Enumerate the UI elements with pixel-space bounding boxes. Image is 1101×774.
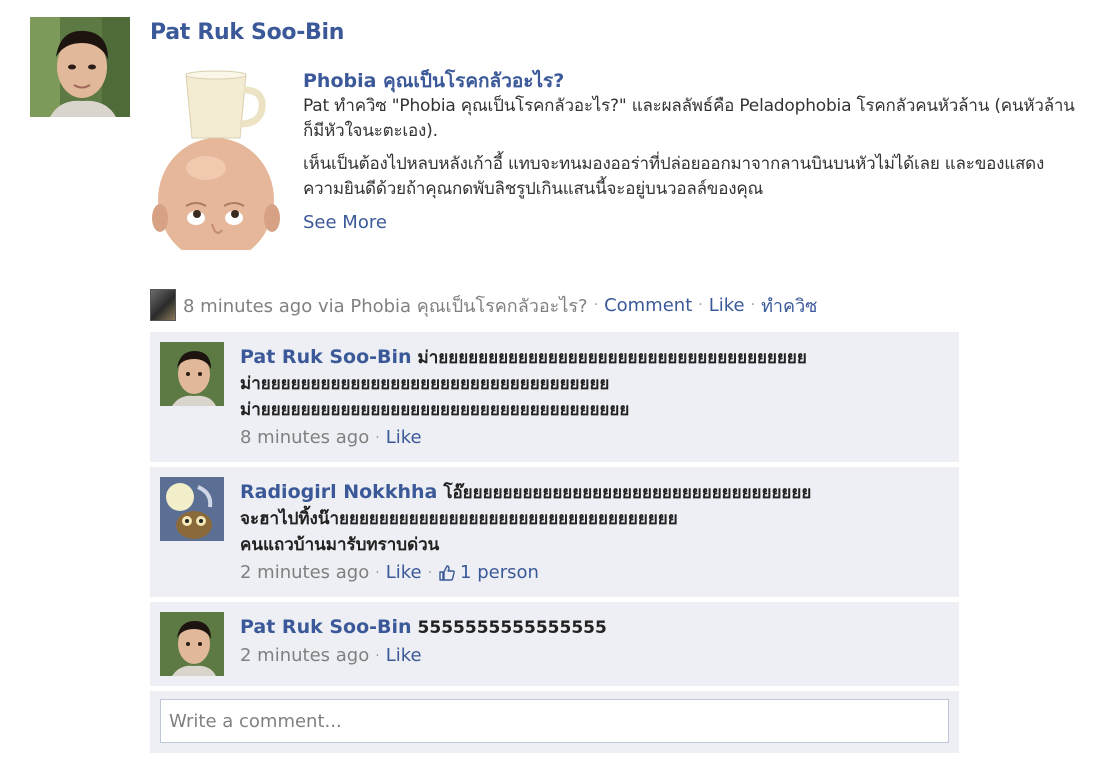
- comment-meta: 2 minutes ago · Like · 1 person: [240, 562, 959, 583]
- separator-dot: ·: [698, 297, 703, 313]
- comment-text: จะฮาไปทิ้งน๊ายยยยยยยยยยยยยยยยยยยยยยยยยยย…: [240, 509, 678, 529]
- comment-time: 2 minutes ago: [240, 645, 370, 666]
- like-link[interactable]: Like: [709, 295, 745, 316]
- comment-time: 2 minutes ago: [240, 562, 370, 583]
- attachment-thumbnail[interactable]: [150, 68, 284, 250]
- commenter-name[interactable]: Radiogirl Nokkhha: [240, 481, 437, 503]
- write-comment-input[interactable]: [160, 699, 949, 743]
- commenter-photo: [160, 477, 224, 541]
- separator-dot: ·: [750, 297, 756, 313]
- bald-head-mug-image: [150, 68, 284, 250]
- post-author-name[interactable]: Pat Ruk Soo-Bin: [150, 20, 344, 45]
- attachment-caption: Pat ทำควิซ "Phobia คุณเป็นโรคกลัวอะไร?" …: [303, 96, 1075, 141]
- thumbs-up-icon[interactable]: [438, 564, 456, 582]
- app-icon[interactable]: [150, 289, 176, 321]
- comment-meta: 8 minutes ago · Like: [240, 427, 959, 448]
- see-more-link[interactable]: See More: [303, 212, 387, 233]
- comment-text: โอ๊ยยยยยยยยยยยยยยยยยยยยยยยยยยยยยยยยยยย: [443, 483, 812, 503]
- comment-text: คนแถวบ้านมารับทราบด่วน: [240, 535, 440, 555]
- attachment-title[interactable]: Phobia คุณเป็นโรคกลัวอะไร?: [303, 68, 1078, 94]
- comment-composer: [150, 691, 959, 753]
- attachment-details: Phobia คุณเป็นโรคกลัวอะไร? Pat ทำควิซ "P…: [303, 68, 1078, 233]
- commenter-photo: [160, 612, 224, 676]
- separator-dot: ·: [375, 647, 380, 664]
- post-meta: 8 minutes ago via Phobia คุณเป็นโรคกลัวอ…: [150, 289, 817, 321]
- comment-item: Pat Ruk Soo-Bin ม่ายยยยยยยยยยยยยยยยยยยยยย…: [150, 332, 959, 462]
- separator-dot: ·: [593, 297, 599, 313]
- post-time-via: 8 minutes ago via Phobia คุณเป็นโรคกลัวอ…: [183, 295, 588, 317]
- comment-text: 5555555555555555: [417, 618, 607, 638]
- commenter-name[interactable]: Pat Ruk Soo-Bin: [240, 346, 412, 368]
- comment-like-link[interactable]: Like: [386, 427, 422, 448]
- commenter-avatar[interactable]: [160, 612, 224, 676]
- comment-link[interactable]: Comment: [604, 295, 692, 316]
- comment-text: ม่ายยยยยยยยยยยยยยยยยยยยยยยยยยยยยยยยยยยยย: [240, 400, 630, 420]
- commenter-name[interactable]: Pat Ruk Soo-Bin: [240, 616, 412, 638]
- separator-dot: ·: [375, 564, 380, 581]
- author-photo: [30, 17, 130, 117]
- comment-meta: 2 minutes ago · Like: [240, 645, 959, 666]
- comment-like-link[interactable]: Like: [386, 562, 422, 583]
- comment-text: ม่ายยยยยยยยยยยยยยยยยยยยยยยยยยยยยยยยยยยยย: [417, 348, 807, 368]
- separator-dot: ·: [427, 564, 433, 581]
- comment-item: Radiogirl Nokkhha โอ๊ยยยยยยยยยยยยยยยยยยยย…: [150, 467, 959, 597]
- attachment-description: เห็นเป็นต้องไปหลบหลังเก้าอี้ แทบจะทนมองอ…: [303, 154, 1045, 199]
- comment-time: 8 minutes ago: [240, 427, 370, 448]
- author-avatar[interactable]: [30, 17, 130, 117]
- commenter-avatar[interactable]: [160, 342, 224, 406]
- commenter-photo: [160, 342, 224, 406]
- comment-item: Pat Ruk Soo-Bin 5555555555555555 2 minute…: [150, 602, 959, 686]
- likes-count-link[interactable]: 1 person: [460, 562, 539, 583]
- comment-text: ม่ายยยยยยยยยยยยยยยยยยยยยยยยยยยยยยยยยยย: [240, 374, 610, 394]
- comment-like-link[interactable]: Like: [386, 645, 422, 666]
- comments-list: Pat Ruk Soo-Bin ม่ายยยยยยยยยยยยยยยยยยยยยย…: [150, 332, 959, 753]
- commenter-avatar[interactable]: [160, 477, 224, 541]
- take-quiz-link[interactable]: ทำควิซ: [761, 291, 817, 320]
- separator-dot: ·: [375, 429, 380, 446]
